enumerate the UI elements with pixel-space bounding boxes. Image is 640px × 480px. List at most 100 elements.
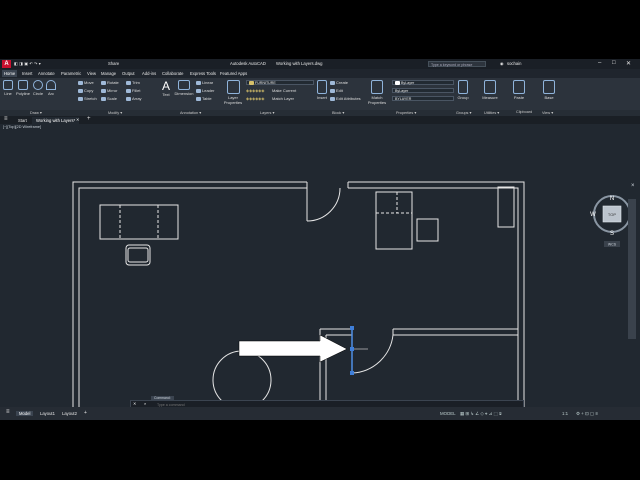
annotation-scale[interactable]: 1:1 bbox=[562, 411, 568, 416]
tab-parametric[interactable]: Parametric bbox=[59, 70, 83, 77]
dimension-button[interactable]: Dimension bbox=[174, 80, 194, 96]
stretch-button[interactable]: Stretch bbox=[78, 96, 97, 101]
rotate-button[interactable]: Rotate bbox=[101, 80, 119, 85]
insert-button[interactable]: Insert bbox=[316, 80, 328, 100]
mirror-label: Mirror bbox=[107, 88, 118, 93]
panel-layers[interactable]: Layers ▾ bbox=[260, 110, 274, 115]
lineweight-dropdown[interactable]: BYLAYER bbox=[392, 96, 454, 101]
navigation-bar[interactable] bbox=[628, 199, 636, 339]
tab-featured-apps[interactable]: Featured Apps bbox=[218, 70, 249, 77]
tab-layout2[interactable]: Layout2 bbox=[59, 411, 80, 416]
leader-label: Leader bbox=[202, 88, 215, 93]
new-tab-button[interactable]: + bbox=[87, 116, 91, 122]
move-button[interactable]: Move bbox=[78, 80, 94, 85]
fillet-button[interactable]: Fillet bbox=[126, 88, 140, 93]
match-layer-button[interactable]: Match Layer bbox=[272, 96, 294, 101]
quick-access-toolbar[interactable]: ◧ ◨ ▣ ↶ ↷ ▾ bbox=[14, 61, 41, 66]
viewport-close-icon[interactable]: × bbox=[631, 183, 635, 189]
close-tab-icon[interactable]: ✕ bbox=[76, 117, 79, 122]
grip-top[interactable] bbox=[350, 326, 354, 330]
close-icon[interactable]: ✕ bbox=[626, 60, 631, 67]
grip-bottom[interactable] bbox=[350, 371, 354, 375]
leader-button[interactable]: Leader bbox=[196, 88, 214, 93]
panel-view[interactable]: View ▾ bbox=[542, 110, 553, 115]
tab-collaborate[interactable]: Collaborate bbox=[160, 70, 185, 77]
panel-block[interactable]: Block ▾ bbox=[332, 110, 344, 115]
minimize-icon[interactable]: – bbox=[598, 60, 601, 66]
paste-button[interactable]: Paste bbox=[512, 80, 526, 100]
tab-view[interactable]: View bbox=[85, 70, 98, 77]
mirror-button[interactable]: Mirror bbox=[101, 88, 117, 93]
edit-attributes-label: Edit Attributes bbox=[336, 96, 361, 101]
edit-attributes-button[interactable]: Edit Attributes bbox=[330, 96, 361, 101]
panel-properties[interactable]: Properties ▾ bbox=[396, 110, 416, 115]
circle-button[interactable]: Circle bbox=[32, 80, 44, 96]
match-properties-button[interactable]: Match Properties bbox=[366, 80, 388, 105]
pointer-arrow-icon bbox=[238, 334, 348, 363]
copy-button[interactable]: Copy bbox=[78, 88, 93, 93]
user-name[interactable]: sochain bbox=[507, 61, 521, 66]
measure-button[interactable]: Measure bbox=[480, 80, 500, 100]
make-current-button[interactable]: Make Current bbox=[272, 88, 296, 93]
close-command-icon[interactable]: ✕ bbox=[133, 401, 136, 406]
compass-w[interactable]: W bbox=[590, 212, 596, 218]
add-layout-button[interactable]: + bbox=[84, 410, 87, 416]
edit-block-button[interactable]: Edit bbox=[330, 88, 343, 93]
menu-icon[interactable]: ≡ bbox=[4, 116, 8, 122]
tab-output[interactable]: Output bbox=[120, 70, 137, 77]
tab-layout1[interactable]: Layout1 bbox=[37, 411, 58, 416]
text-button[interactable]: A Text bbox=[160, 80, 172, 97]
create-block-button[interactable]: Create bbox=[330, 80, 348, 85]
arc-button[interactable]: Arc bbox=[46, 80, 56, 96]
tab-add-ins[interactable]: Add-ins bbox=[140, 70, 158, 77]
compass-s[interactable]: S bbox=[610, 231, 614, 237]
scale-label: Scale bbox=[107, 96, 118, 101]
tab-express-tools[interactable]: Express Tools bbox=[188, 70, 218, 77]
panel-draw[interactable]: Draw ▾ bbox=[30, 110, 42, 115]
table-icon bbox=[196, 96, 201, 101]
model-space-toggle[interactable]: MODEL bbox=[440, 411, 456, 416]
tab-model[interactable]: Model bbox=[16, 411, 34, 416]
tab-manage[interactable]: Manage bbox=[99, 70, 118, 77]
tab-insert[interactable]: Insert bbox=[20, 70, 34, 77]
layer-dropdown[interactable]: FURNITURE bbox=[246, 80, 314, 86]
menu-icon[interactable]: ≡ bbox=[6, 409, 10, 415]
color-dropdown[interactable]: ByLayer bbox=[392, 80, 454, 86]
command-search-icon[interactable]: ⌕ bbox=[144, 401, 146, 406]
layer-properties-button[interactable]: Layer Properties bbox=[222, 80, 244, 105]
maximize-icon[interactable]: □ bbox=[612, 60, 616, 66]
drawing-canvas[interactable]: TOP N S W E WCS × Y X bbox=[0, 124, 640, 407]
compass-n[interactable]: N bbox=[610, 196, 614, 202]
tab-working-with-layers[interactable]: Working with Layers* bbox=[32, 117, 80, 124]
drafting-toggles[interactable]: ▦ ⊞ ↳ ∠ ◇ ⌖ ⊿ ⬚ ⦿ bbox=[460, 411, 502, 417]
array-button[interactable]: Array bbox=[126, 96, 142, 101]
floor-plan bbox=[72, 181, 525, 407]
grip-mid[interactable] bbox=[350, 347, 354, 351]
search-input[interactable]: Type a keyword or phrase bbox=[428, 61, 486, 67]
line-button[interactable]: Line bbox=[2, 80, 14, 96]
user-icon[interactable]: ◉ bbox=[500, 61, 504, 66]
layer-tools-row-2[interactable]: ◈◈◈◈◈◈ bbox=[246, 96, 264, 101]
tab-annotate[interactable]: Annotate bbox=[36, 70, 57, 77]
layer-tools-row-1[interactable]: ◈◈◈◈◈◈ bbox=[246, 88, 264, 93]
linetype-dropdown[interactable]: ByLayer bbox=[392, 88, 454, 93]
trim-button[interactable]: Trim bbox=[126, 80, 140, 85]
app-menu-button[interactable]: A bbox=[2, 60, 11, 68]
tab-home[interactable]: Home bbox=[2, 70, 18, 77]
panel-utilities[interactable]: Utilities ▾ bbox=[484, 110, 499, 115]
linear-button[interactable]: Linear bbox=[196, 80, 213, 85]
share-button[interactable]: Share bbox=[108, 61, 119, 66]
table-button[interactable]: Table bbox=[196, 96, 212, 101]
polyline-button[interactable]: Polyline bbox=[16, 80, 30, 96]
panel-groups[interactable]: Groups ▾ bbox=[456, 110, 471, 115]
selected-door-leaf[interactable] bbox=[350, 326, 368, 375]
tab-start[interactable]: Start bbox=[14, 117, 31, 124]
base-view-button[interactable]: Base bbox=[542, 80, 556, 100]
scale-button[interactable]: Scale bbox=[101, 96, 117, 101]
rotate-label: Rotate bbox=[107, 80, 119, 85]
group-button[interactable]: Group bbox=[456, 80, 470, 100]
panel-annotation[interactable]: Annotation ▾ bbox=[180, 110, 201, 115]
status-tools[interactable]: ⚙ + ⊡ ▢ ≡ bbox=[576, 411, 598, 417]
panel-modify[interactable]: Modify ▾ bbox=[108, 110, 122, 115]
create-label: Create bbox=[336, 80, 349, 85]
